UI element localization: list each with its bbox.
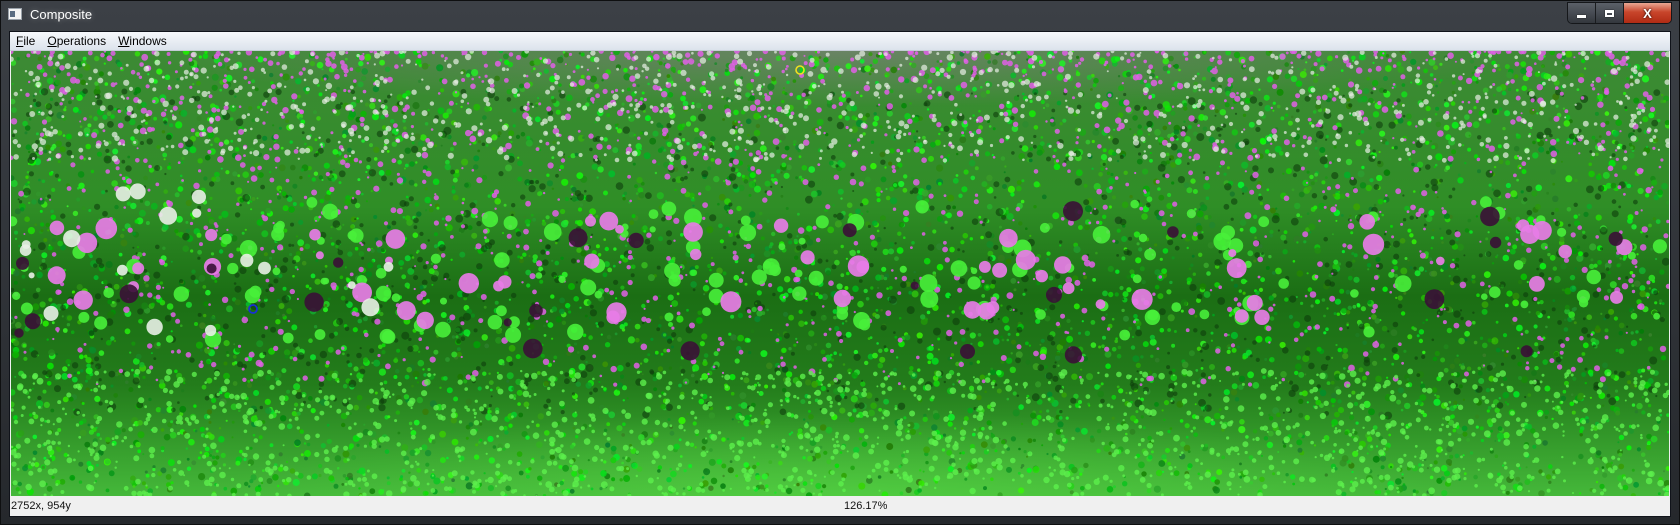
minimize-icon xyxy=(1577,14,1586,18)
zoom-level: 126.17% xyxy=(844,500,888,512)
menu-windows-mnemonic: W xyxy=(118,34,130,48)
menu-windows-label: indows xyxy=(129,34,167,48)
status-bar: 2752x, 954y 126.17% xyxy=(10,496,1670,516)
composite-window: Composite X File Operations Windows 2752… xyxy=(0,0,1680,525)
menu-file[interactable]: File xyxy=(10,32,41,50)
marker-layer xyxy=(248,65,805,314)
menu-file-label: ile xyxy=(23,34,36,48)
menu-operations-label: perations xyxy=(56,34,107,48)
minimize-button[interactable] xyxy=(1568,3,1596,23)
menu-bar: File Operations Windows xyxy=(10,32,1670,51)
client-area: File Operations Windows 2752x, 954y 126.… xyxy=(9,31,1671,517)
cursor-coordinates: 2752x, 954y xyxy=(11,500,71,512)
yellow-circle-marker[interactable] xyxy=(795,65,805,75)
window-title: Composite xyxy=(30,7,93,22)
close-button[interactable]: X xyxy=(1624,3,1671,23)
blue-circle-marker[interactable] xyxy=(248,304,258,314)
app-window-icon[interactable] xyxy=(8,8,22,20)
menu-operations-mnemonic: O xyxy=(47,34,57,48)
window-controls: X xyxy=(1567,2,1672,24)
image-canvas[interactable] xyxy=(11,51,1669,496)
title-bar[interactable]: Composite X xyxy=(1,1,1679,31)
close-icon: X xyxy=(1643,5,1652,21)
maximize-button[interactable] xyxy=(1596,3,1624,23)
maximize-icon xyxy=(1605,9,1614,17)
menu-windows[interactable]: Windows xyxy=(112,32,173,50)
menu-operations[interactable]: Operations xyxy=(41,32,112,50)
